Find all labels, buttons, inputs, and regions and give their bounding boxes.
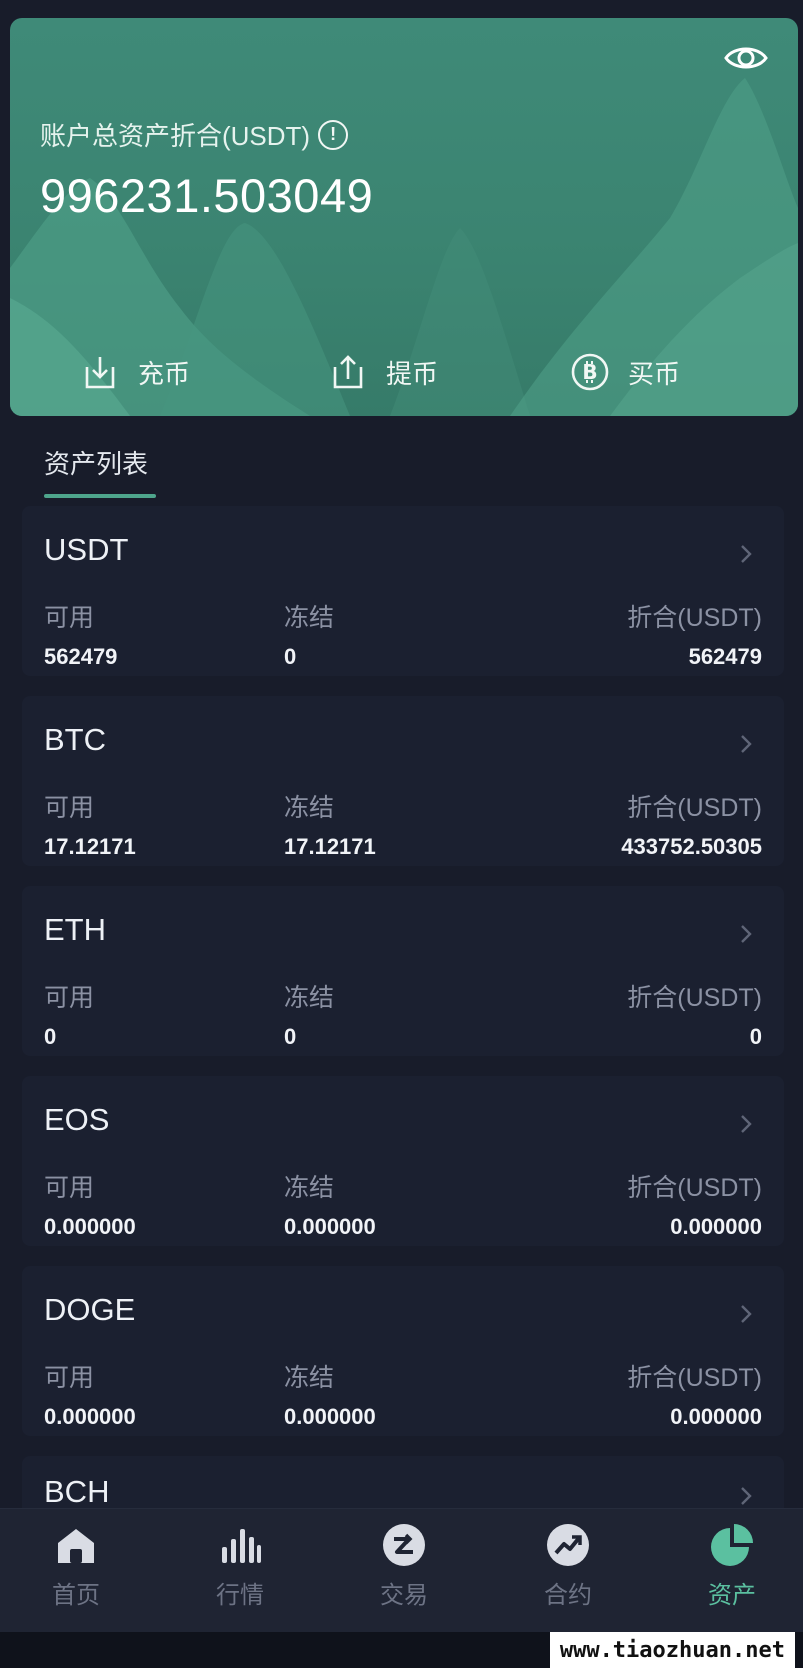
nav-label-assets: 资产 <box>708 1582 756 1609</box>
available-label: 可用 <box>44 984 95 1012</box>
bitcoin-icon: B <box>570 352 610 392</box>
upload-icon <box>328 352 368 392</box>
chevron-right-icon <box>741 1115 752 1133</box>
nav-label-home: 首页 <box>52 1582 100 1609</box>
buy-crypto-button[interactable]: B 买币 <box>570 348 680 396</box>
asset-symbol: BTC <box>44 722 106 757</box>
converted-label: 折合(USDT) <box>627 984 762 1012</box>
converted-value: 0 <box>749 1024 762 1049</box>
converted-value: 0.000000 <box>670 1404 762 1429</box>
nav-item-home[interactable]: 首页 <box>0 1509 156 1633</box>
total-assets-label: 账户总资产折合(USDT) ! <box>40 116 349 153</box>
available-label: 可用 <box>44 604 95 632</box>
frozen-label: 冻结 <box>284 1364 335 1392</box>
asset-symbol: DOGE <box>44 1292 136 1327</box>
converted-value: 562479 <box>688 644 762 669</box>
asset-symbol: ETH <box>44 912 106 947</box>
nav-label-market: 行情 <box>216 1582 264 1609</box>
frozen-value: 0 <box>284 644 297 669</box>
available-label: 可用 <box>44 1174 95 1202</box>
nav-item-market[interactable]: 行情 <box>160 1509 320 1633</box>
nav-label-contract: 合约 <box>544 1582 592 1609</box>
withdraw-button[interactable]: 提币 <box>328 348 438 396</box>
chevron-right-icon <box>741 925 752 943</box>
buy-crypto-label: 买币 <box>628 358 681 389</box>
available-value: 17.12171 <box>44 834 136 859</box>
frozen-value: 17.12171 <box>284 834 376 859</box>
asset-row-bch[interactable]: BCH <box>22 1456 784 1508</box>
frozen-label: 冻结 <box>284 1174 335 1202</box>
eye-icon <box>724 47 768 69</box>
svg-text:B: B <box>582 360 597 384</box>
watermark: www.tiaozhuan.net <box>549 1632 795 1668</box>
download-icon <box>80 352 120 392</box>
converted-label: 折合(USDT) <box>627 1364 762 1392</box>
action-row: 充币 提币 B 买币 <box>10 348 798 396</box>
chevron-right-icon <box>741 545 752 563</box>
available-value: 0.000000 <box>44 1214 136 1239</box>
pie-chart-icon <box>708 1521 756 1569</box>
nav-item-trade[interactable]: 交易 <box>324 1509 484 1633</box>
asset-row-btc[interactable]: BTC 可用 冻结 折合(USDT) 17.12171 17.12171 433… <box>22 696 784 866</box>
market-bars-icon <box>216 1521 264 1569</box>
chevron-right-icon <box>741 1305 752 1323</box>
converted-label: 折合(USDT) <box>627 794 762 822</box>
nav-label-trade: 交易 <box>380 1582 428 1609</box>
available-value: 0 <box>44 1024 57 1049</box>
available-value: 562479 <box>44 644 118 669</box>
toggle-visibility-button[interactable] <box>722 38 770 78</box>
asset-row-eos[interactable]: EOS 可用 冻结 折合(USDT) 0.000000 0.000000 0.0… <box>22 1076 784 1246</box>
asset-row-usdt[interactable]: USDT 可用 冻结 折合(USDT) 562479 0 562479 <box>22 506 784 676</box>
bottom-navigation: 首页 行情 交易 合约 资产 <box>0 1508 803 1632</box>
deposit-button[interactable]: 充币 <box>80 348 190 396</box>
converted-label: 折合(USDT) <box>627 604 762 632</box>
frozen-label: 冻结 <box>284 794 335 822</box>
asset-symbol: EOS <box>44 1102 110 1137</box>
available-label: 可用 <box>44 794 95 822</box>
info-icon[interactable]: ! <box>318 119 349 150</box>
tab-active-indicator <box>44 494 156 498</box>
total-assets-card: 账户总资产折合(USDT) ! 996231.503049 充币 提币 B 买币 <box>10 18 798 416</box>
deposit-label: 充币 <box>138 358 191 389</box>
tab-asset-list[interactable]: 资产列表 <box>44 444 148 481</box>
chevron-right-icon <box>741 735 752 753</box>
asset-symbol: USDT <box>44 532 129 567</box>
converted-value: 433752.50305 <box>621 834 762 859</box>
frozen-value: 0.000000 <box>284 1214 376 1239</box>
asset-symbol: BCH <box>44 1474 110 1508</box>
frozen-label: 冻结 <box>284 984 335 1012</box>
trend-up-icon <box>544 1521 592 1569</box>
total-assets-label-text: 账户总资产折合(USDT) <box>40 121 311 151</box>
home-icon <box>52 1521 100 1569</box>
available-label: 可用 <box>44 1364 95 1392</box>
converted-value: 0.000000 <box>670 1214 762 1239</box>
nav-item-assets[interactable]: 资产 <box>652 1509 803 1633</box>
frozen-value: 0 <box>284 1024 297 1049</box>
available-value: 0.000000 <box>44 1404 136 1429</box>
asset-row-eth[interactable]: ETH 可用 冻结 折合(USDT) 0 0 0 <box>22 886 784 1056</box>
exchange-icon <box>380 1521 428 1569</box>
asset-row-doge[interactable]: DOGE 可用 冻结 折合(USDT) 0.000000 0.000000 0.… <box>22 1266 784 1436</box>
converted-label: 折合(USDT) <box>627 1174 762 1202</box>
withdraw-label: 提币 <box>386 358 439 389</box>
frozen-label: 冻结 <box>284 604 335 632</box>
frozen-value: 0.000000 <box>284 1404 376 1429</box>
nav-item-contract[interactable]: 合约 <box>488 1509 648 1633</box>
chevron-right-icon <box>741 1487 752 1505</box>
total-assets-value: 996231.503049 <box>40 169 374 222</box>
